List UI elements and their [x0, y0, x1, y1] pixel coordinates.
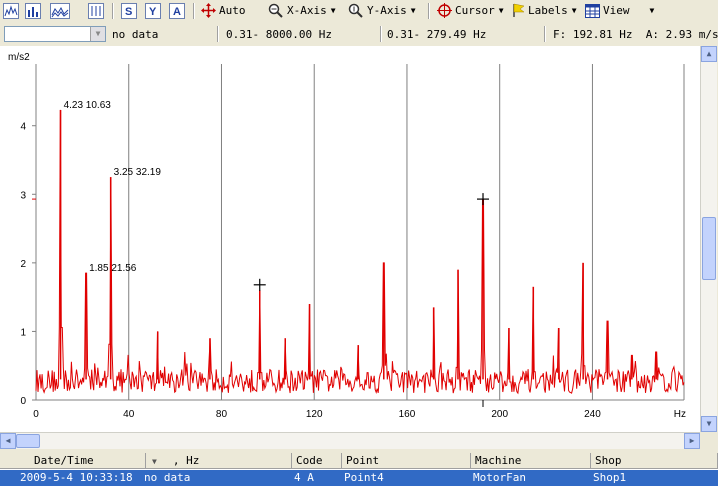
svg-text:Y: Y	[149, 6, 157, 18]
y-tick-label: 0	[20, 396, 26, 407]
info-separator	[544, 26, 546, 42]
y-button[interactable]: Y	[145, 2, 161, 19]
y-tick-label: 3	[20, 190, 26, 201]
a-icon: A	[169, 2, 185, 19]
bar-chart-button[interactable]	[25, 2, 41, 19]
horizontal-scrollbar[interactable]: ◀ ▶	[0, 432, 700, 449]
cell-frequency: no data	[144, 471, 191, 484]
move-arrows-icon	[201, 3, 216, 18]
view-range: 0.31- 279.49 Hz	[387, 28, 487, 41]
toolbar-separator	[112, 3, 114, 19]
toolbar-separator	[428, 3, 430, 19]
x-axis-label: X-Axis	[287, 4, 327, 17]
waterfall-button[interactable]	[50, 2, 70, 19]
spectrum-view-button[interactable]	[3, 2, 19, 19]
column-header-machine[interactable]: Machine	[471, 453, 591, 469]
column-header-datetime[interactable]: Date/Time	[0, 453, 146, 469]
labels-dropdown-icon[interactable]: ▼	[572, 6, 577, 15]
y-tick-label: 1	[20, 327, 26, 338]
spectrum-chart[interactable]: 0 1 2 3 4 0 40 80 120 160 200 240 m/s2 Hz 4.23 10.63 3.…	[0, 46, 700, 432]
x-tick-label: 120	[306, 409, 323, 420]
zoom-x-icon	[268, 3, 283, 18]
info-separator	[380, 26, 382, 42]
labels-button[interactable]: Labels ▼	[512, 2, 577, 19]
x-axis-dropdown-icon[interactable]: ▼	[331, 6, 336, 15]
scroll-right-icon[interactable]: ▶	[684, 433, 700, 449]
column-header-frequency[interactable]: ▼, Hz	[146, 453, 292, 469]
column-header-frequency-label: , Hz	[172, 454, 200, 467]
cursor-label: Cursor	[455, 4, 495, 17]
view-button[interactable]: View ▼	[585, 2, 654, 19]
x-tick-label: 200	[491, 409, 508, 420]
bar-chart-icon	[25, 2, 41, 19]
cursor-dropdown-icon[interactable]: ▼	[499, 6, 504, 15]
crosshair-icon	[437, 3, 452, 18]
labels-label: Labels	[528, 4, 568, 17]
cell-point: Point4	[344, 471, 384, 484]
waterfall-icon	[50, 2, 70, 19]
y-tick-label: 4	[20, 122, 26, 133]
column-header-shop[interactable]: Shop	[591, 453, 718, 469]
s-button[interactable]: S	[121, 2, 137, 19]
y-axis-label: Y-Axis	[367, 4, 407, 17]
info-bar: ▼ no data 0.31- 8000.00 Hz 0.31- 279.49 …	[0, 24, 718, 44]
horizontal-scroll-thumb[interactable]	[16, 434, 40, 448]
cell-code: 4 A	[294, 471, 314, 484]
y-axis-label: m/s2	[8, 52, 30, 63]
cell-datetime: 2009-5-4 10:33:18	[20, 471, 133, 484]
peak-annotation-label: 4.23 10.63	[64, 100, 112, 111]
y-icon: Y	[145, 2, 161, 19]
x-axis-button[interactable]: X-Axis ▼	[268, 2, 336, 19]
x-tick-label: 240	[584, 409, 601, 420]
measurement-table: Date/Time ▼, Hz Code Point Machine Shop …	[0, 453, 718, 489]
y-axis-dropdown-icon[interactable]: ▼	[411, 6, 416, 15]
peak-annotation-label: 3.25 32.19	[114, 167, 162, 178]
peak-annotation-label: 1.85 21.56	[89, 263, 137, 274]
view-label: View	[603, 4, 630, 17]
spectrum-plot[interactable]: 012340 40 80 120 160 200 240m/s2Hz4.23 10.633.…	[0, 46, 700, 432]
scroll-up-icon[interactable]: ▲	[701, 46, 717, 62]
channel-combo[interactable]: ▼	[4, 26, 106, 42]
scroll-left-icon[interactable]: ◀	[0, 433, 16, 449]
x-tick-label: 40	[123, 409, 135, 420]
spectrum-series-line	[35, 109, 685, 395]
view-dropdown-icon[interactable]: ▼	[650, 6, 655, 15]
trend-icon	[88, 2, 104, 19]
frequency-range: 0.31- 8000.00 Hz	[226, 28, 332, 41]
y-axis-button[interactable]: Y-Axis ▼	[348, 2, 416, 19]
scroll-down-icon[interactable]: ▼	[701, 416, 717, 432]
s-icon: S	[121, 2, 137, 19]
table-view-icon	[585, 3, 600, 18]
auto-label: Auto	[219, 4, 246, 17]
a-button[interactable]: A	[169, 2, 185, 19]
toolbar-separator	[193, 3, 195, 19]
column-header-code[interactable]: Code	[292, 453, 342, 469]
cell-shop: Shop1	[593, 471, 627, 484]
x-tick-label: 80	[216, 409, 228, 420]
toolbar: S Y A Auto X-Axis ▼ Y-Axis ▼ Cursor ▼ La…	[0, 0, 718, 22]
info-separator	[217, 26, 219, 42]
auto-button[interactable]: Auto	[201, 2, 246, 19]
spectrum-icon	[3, 2, 19, 19]
y-tick-label: 2	[20, 259, 26, 270]
svg-text:S: S	[125, 6, 132, 18]
column-header-point[interactable]: Point	[342, 453, 471, 469]
cursor-readout: F: 192.81 Hz A: 2.93 m/s2	[553, 28, 718, 41]
svg-text:A: A	[173, 6, 181, 18]
x-axis-label: Hz	[674, 409, 686, 420]
x-tick-label: 160	[399, 409, 416, 420]
trend-button[interactable]	[88, 2, 104, 19]
data-status: no data	[112, 28, 159, 41]
vertical-scrollbar[interactable]: ▲ ▼	[700, 46, 717, 432]
chevron-down-icon[interactable]: ▼	[90, 27, 105, 41]
cursor-button[interactable]: Cursor ▼	[437, 2, 504, 19]
vertical-scroll-thumb[interactable]	[702, 217, 716, 280]
zoom-y-icon	[348, 3, 363, 18]
cell-machine: MotorFan	[473, 471, 526, 484]
flag-icon	[513, 3, 525, 17]
x-tick-label: 0	[33, 409, 39, 420]
